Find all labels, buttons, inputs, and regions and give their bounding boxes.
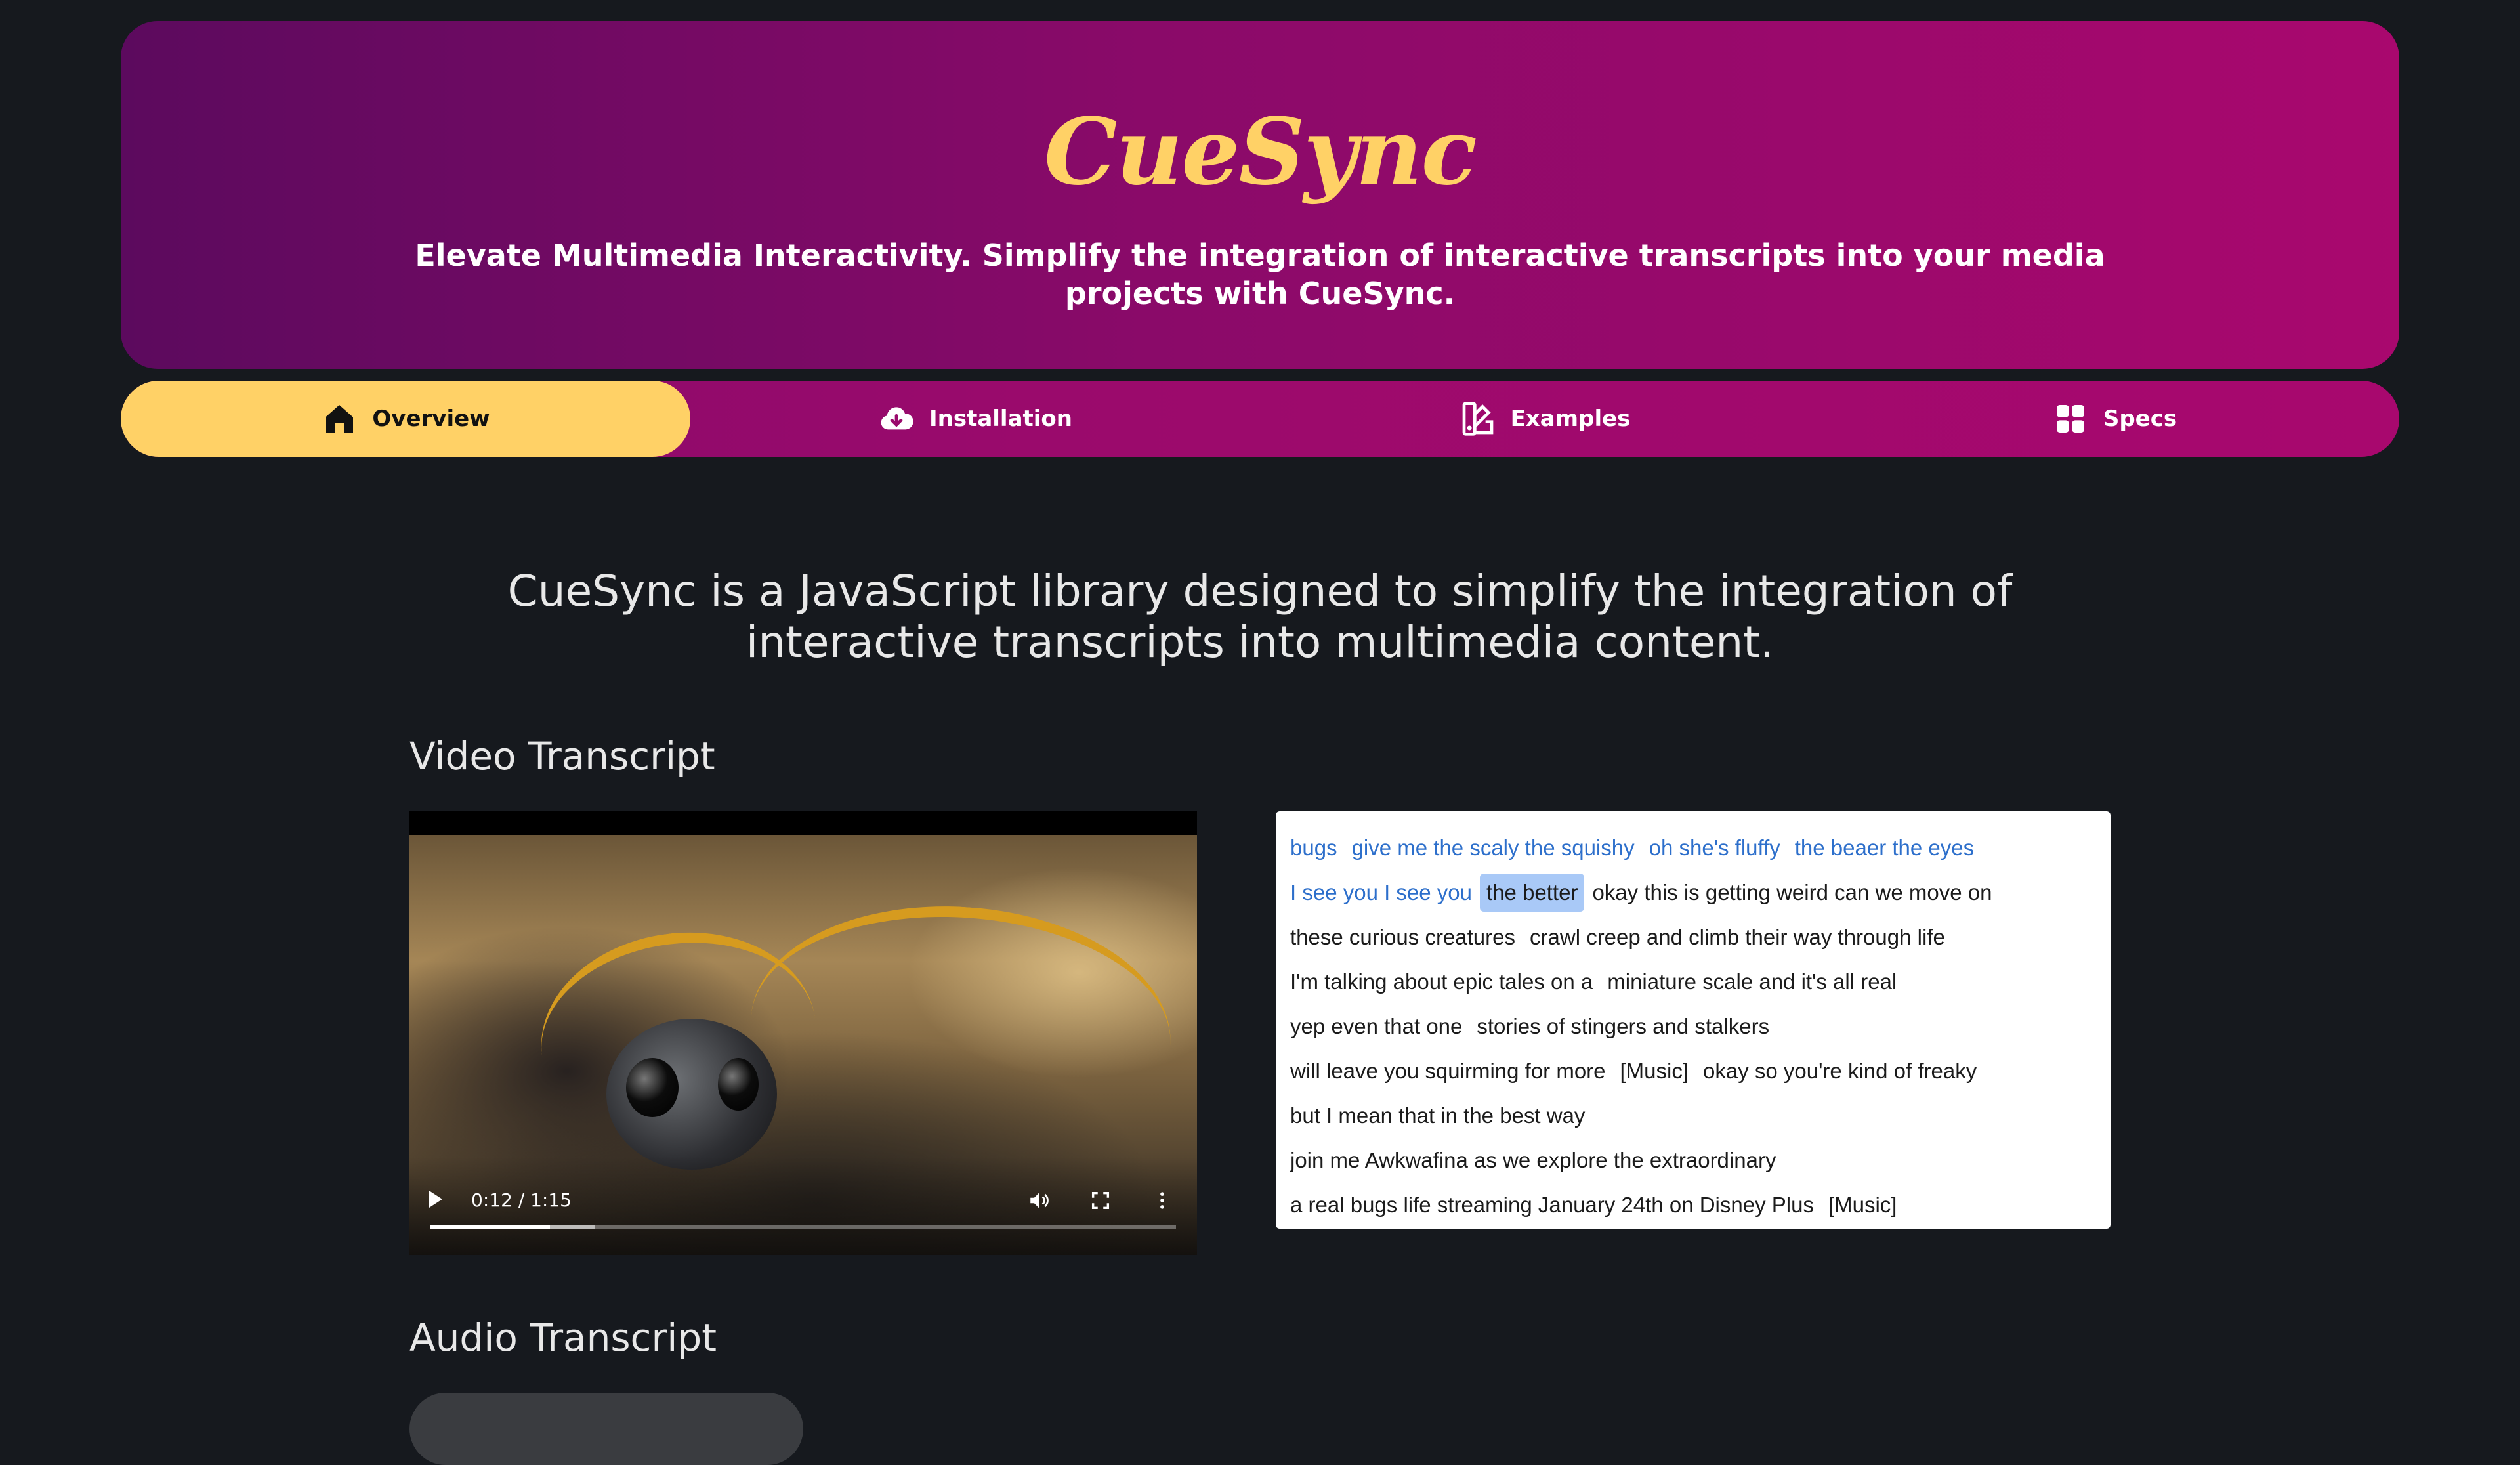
more-options-icon[interactable] (1151, 1189, 1173, 1212)
tab-installation-label: Installation (929, 406, 1072, 432)
logo: CueSync (1044, 98, 1477, 206)
home-icon (326, 405, 354, 433)
tab-overview[interactable]: Overview (121, 381, 690, 457)
transcript-cue[interactable]: will leave you squirming for more (1290, 1052, 1612, 1090)
main-nav: Overview Installation Examples Specs (121, 381, 2399, 457)
intro-text: CueSync is a JavaScript library designed… (507, 566, 2013, 668)
hero-header: CueSync Elevate Multimedia Interactivity… (121, 21, 2399, 369)
transcript-line: I see you I see you the better okay this i… (1290, 870, 2096, 915)
transcript-cue[interactable]: [Music] (1822, 1186, 1904, 1224)
grid-icon (2056, 405, 2084, 433)
video-time: 0:12 / 1:15 (471, 1189, 572, 1211)
tab-installation[interactable]: Installation (690, 381, 1260, 457)
bug-eye-right (718, 1058, 759, 1111)
tab-examples-label: Examples (1510, 406, 1631, 432)
volume-icon[interactable] (1028, 1189, 1050, 1212)
transcript-cue[interactable]: a real bugs life streaming January 24th … (1290, 1186, 1820, 1224)
transcript-cue[interactable]: okay so you're kind of freaky (1696, 1052, 1983, 1090)
fullscreen-icon[interactable] (1089, 1189, 1112, 1212)
transcript-cue[interactable]: crawl creep and climb their way through … (1523, 918, 1952, 956)
audio-player[interactable] (410, 1393, 803, 1465)
transcript-panel: bugs give me the scaly the squishy oh she'… (1276, 811, 2110, 1229)
transcript-cue[interactable]: miniature scale and it's all real (1601, 963, 1903, 1001)
transcript-cue[interactable]: oh she's fluffy (1643, 829, 1787, 867)
video-controls: 0:12 / 1:15 (410, 1157, 1197, 1255)
video-section-title: Video Transcript (410, 734, 715, 778)
transcript-cue[interactable]: these curious creatures (1290, 918, 1522, 956)
video-played (430, 1225, 550, 1229)
tab-examples[interactable]: Examples (1260, 381, 1830, 457)
transcript-line: but I mean that in the best way (1290, 1093, 2096, 1138)
transcript-cue[interactable]: but I mean that in the best way (1290, 1097, 1591, 1135)
swatch-icon (1462, 402, 1493, 436)
tab-specs[interactable]: Specs (1830, 381, 2399, 457)
transcript-cue[interactable]: okay this is getting weird can we move o… (1586, 874, 1998, 912)
transcript-cue[interactable]: join me Awkwafina as we explore the extr… (1290, 1141, 1782, 1179)
transcript-line: join me Awkwafina as we explore the extr… (1290, 1138, 2096, 1183)
cloud-download-icon (881, 407, 914, 430)
tagline: Elevate Multimedia Interactivity. Simpli… (415, 238, 2105, 311)
transcript-line: a real bugs life streaming January 24th … (1290, 1183, 2096, 1227)
transcript-line: yep even that one stories of stingers and… (1290, 1004, 2096, 1049)
transcript-cue[interactable]: [Music] (1614, 1052, 1696, 1090)
transcript-line: these curious creatures crawl creep and c… (1290, 915, 2096, 960)
transcript-cue[interactable]: I'm talking about epic tales on a (1290, 963, 1599, 1001)
tab-overview-label: Overview (372, 406, 490, 432)
video-player[interactable]: 0:12 / 1:15 (410, 811, 1197, 1255)
transcript-line: bugs give me the scaly the squishy oh she'… (1290, 826, 2096, 870)
video-progress-bar[interactable] (430, 1225, 1176, 1229)
transcript-line: will leave you squirming for more [Music]… (1290, 1049, 2096, 1093)
transcript-cue[interactable]: give me the scaly the squishy (1345, 829, 1641, 867)
audio-section-title: Audio Transcript (410, 1315, 717, 1360)
tab-specs-label: Specs (2103, 406, 2177, 432)
transcript-line: I'm talking about epic tales on a miniatu… (1290, 960, 2096, 1004)
transcript-cue[interactable]: the beaer the eyes (1788, 829, 1981, 867)
play-button[interactable] (429, 1191, 442, 1208)
transcript-cue-active[interactable]: the better (1480, 874, 1585, 912)
bug-eye-left (626, 1058, 679, 1117)
transcript-cue[interactable]: bugs (1290, 829, 1344, 867)
antenna-right (742, 893, 1179, 1168)
transcript-cue[interactable]: yep even that one (1290, 1008, 1469, 1046)
transcript-cue[interactable]: I see you I see you (1290, 874, 1479, 912)
transcript-cue[interactable]: stories of stingers and stalkers (1470, 1008, 1776, 1046)
